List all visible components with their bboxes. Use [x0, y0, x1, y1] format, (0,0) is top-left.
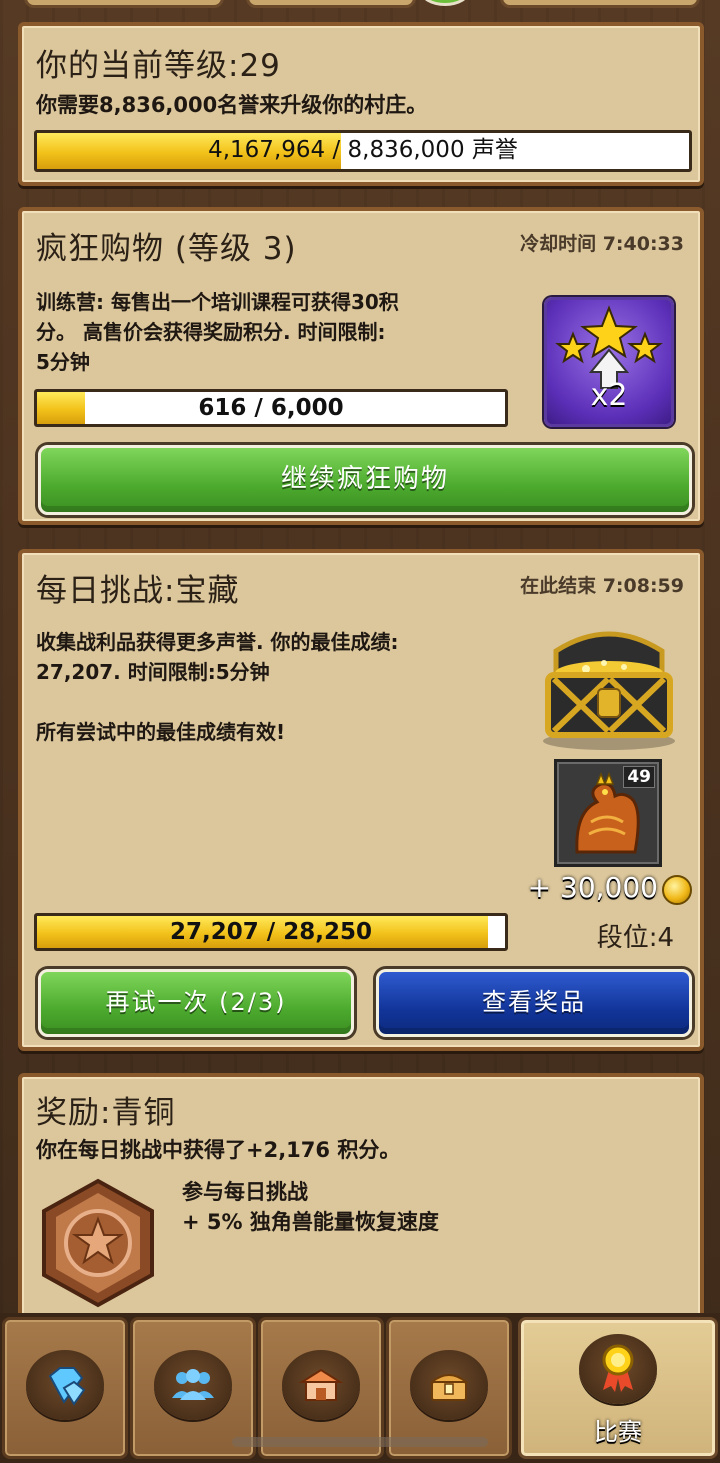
village-level-title: 你的当前等级:29 [36, 48, 281, 84]
double-points-label: x2 [590, 378, 628, 413]
reward-perks: 参与每日挑战 + 5% 独角兽能量恢复速度 [182, 1177, 439, 1237]
dragon-reward-card: 49 [554, 759, 662, 867]
nav-item-competition[interactable]: 比赛 [518, 1317, 718, 1459]
daily-rank: 段位:4 [596, 923, 674, 953]
shopping-desc-line-2: 分。 高售价会获得奖励积分. 时间限制: [36, 320, 386, 344]
header-tab-right[interactable] [500, 0, 700, 8]
daily-progress-label: 27,207 / 28,250 [170, 919, 372, 945]
bronze-medal-icon [36, 1177, 160, 1309]
header-orb-icon [420, 0, 470, 6]
daily-challenge-title: 每日挑战:宝藏 [36, 573, 240, 609]
shopping-spree-title: 疯狂购物 (等级 3) [36, 231, 297, 267]
dragon-level-badge: 49 [623, 766, 655, 788]
nav-item-gems[interactable] [2, 1317, 128, 1459]
shopping-desc-line-3: 5分钟 [36, 350, 90, 374]
view-prizes-button[interactable]: 查看奖品 [376, 969, 692, 1037]
daily-desc-note: 所有尝试中的最佳成绩有效! [36, 720, 286, 744]
medal-icon [579, 1334, 657, 1404]
retry-button[interactable]: 再试一次 (2/3) [38, 969, 354, 1037]
daily-desc-line-2: 27,207. 时间限制:5分钟 [36, 660, 270, 684]
treasure-chest-icon [534, 613, 684, 753]
double-points-badge: x2 [544, 297, 674, 427]
daily-challenge-ends: 在此结束 7:08:59 [520, 575, 684, 597]
bottom-nav: 比赛 [0, 1313, 720, 1463]
village-level-desc: 你需要8,836,000名誉来升级你的村庄。 [36, 93, 428, 117]
reward-title: 奖励:青铜 [36, 1095, 176, 1131]
reward-panel: 奖励:青铜 你在每日挑战中获得了+2,176 积分。 参与每日挑战 + 5% 独… [18, 1073, 704, 1323]
nav-label-competition: 比赛 [594, 1418, 642, 1446]
shopping-spree-desc: 训练营: 每售出一个培训课程可获得30积 分。 高售价会获得奖励积分. 时间限制… [36, 287, 516, 377]
continue-shopping-button[interactable]: 继续疯狂购物 [38, 445, 692, 515]
village-progress-label: 4,167,964 / 8,836,000 声誉 [208, 137, 518, 163]
treasure-chest-nav-icon [410, 1350, 488, 1420]
shopping-progress-label: 616 / 6,000 [198, 395, 344, 421]
reward-coins-amount: + 30,000 [527, 871, 658, 904]
village-progress-bar: 4,167,964 / 8,836,000 声誉 [34, 130, 692, 172]
shopping-desc-line-1: 训练营: 每售出一个培训课程可获得30积 [36, 290, 399, 314]
top-header-remnant [0, 0, 720, 14]
header-tab-middle[interactable] [246, 0, 416, 8]
reward-perk-1: 参与每日挑战 [182, 1180, 308, 1204]
shop-icon [282, 1350, 360, 1420]
daily-desc-line-1: 收集战利品获得更多声誉. 你的最佳成绩: [36, 630, 399, 654]
shopping-progress-bar: 616 / 6,000 [34, 389, 508, 427]
village-level-panel: 你的当前等级:29 你需要8,836,000名誉来升级你的村庄。 4,167,9… [18, 22, 704, 186]
reward-perk-2: + 5% 独角兽能量恢复速度 [182, 1210, 439, 1234]
reward-coins-row: + 30,000 [522, 871, 692, 909]
daily-challenge-desc: 收集战利品获得更多声誉. 你的最佳成绩: 27,207. 时间限制:5分钟 [36, 627, 516, 687]
reward-desc: 你在每日挑战中获得了+2,176 积分。 [36, 1138, 401, 1162]
shopping-cooldown: 冷却时间 7:40:33 [520, 233, 684, 255]
diamond-icon [26, 1350, 104, 1420]
daily-challenge-panel: 每日挑战:宝藏 在此结束 7:08:59 收集战利品获得更多声誉. 你的最佳成绩… [18, 549, 704, 1051]
home-indicator [232, 1437, 488, 1447]
people-icon [154, 1350, 232, 1420]
header-tab-left[interactable] [24, 0, 224, 8]
gold-coin-icon [662, 875, 692, 905]
daily-progress-bar: 27,207 / 28,250 [34, 913, 508, 951]
shopping-spree-panel: 疯狂购物 (等级 3) 冷却时间 7:40:33 训练营: 每售出一个培训课程可… [18, 207, 704, 525]
